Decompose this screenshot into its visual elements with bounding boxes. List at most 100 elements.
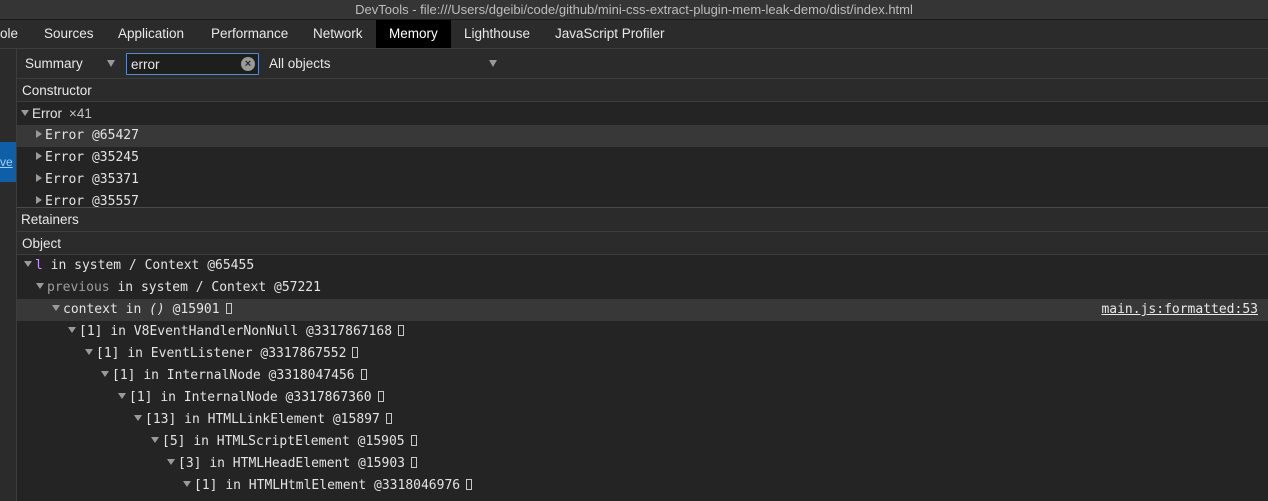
retainer-in: in xyxy=(209,456,225,471)
retainers-title: Retainers xyxy=(17,208,1268,232)
triangle-right-icon[interactable] xyxy=(36,152,42,160)
class-filter-input[interactable] xyxy=(131,55,235,73)
retainer-in: in xyxy=(125,302,142,317)
triangle-down-icon[interactable] xyxy=(68,327,76,333)
reveal-icon[interactable] xyxy=(225,303,232,314)
constructor-item[interactable]: Error @35245 xyxy=(17,147,1268,169)
sidebar-action-button[interactable]: ve xyxy=(0,142,16,182)
tab-javascript-profiler[interactable]: JavaScript Profiler xyxy=(555,20,665,48)
tab-network[interactable]: Network xyxy=(313,20,363,48)
reveal-icon[interactable] xyxy=(398,325,405,336)
reveal-icon[interactable] xyxy=(410,435,417,446)
retainer-property: [1] xyxy=(96,346,120,361)
constructor-name: Error xyxy=(32,106,62,121)
instance-count: ×41 xyxy=(69,106,92,121)
tab-application[interactable]: Application xyxy=(118,20,184,48)
retainer-property: [5] xyxy=(162,434,186,449)
retainer-property: [1] xyxy=(112,368,136,383)
retainer-row[interactable]: previous in system / Context @57221 xyxy=(17,277,1268,299)
reveal-icon[interactable] xyxy=(466,479,473,490)
triangle-right-icon[interactable] xyxy=(36,130,42,138)
reveal-icon[interactable] xyxy=(410,457,417,468)
triangle-down-icon[interactable] xyxy=(101,371,109,377)
view-select[interactable]: Summary xyxy=(25,49,83,79)
triangle-down-icon[interactable] xyxy=(183,481,191,487)
source-link[interactable]: main.js:formatted:53 xyxy=(1101,299,1258,321)
retainer-property: [1] xyxy=(194,478,218,493)
retainer-row[interactable]: [1] in InternalNode @3318047456 xyxy=(17,365,1268,387)
retainer-property: [1] xyxy=(79,324,103,339)
retainer-property: previous xyxy=(47,280,110,295)
retainer-in: in xyxy=(50,258,67,273)
chevron-down-icon[interactable] xyxy=(489,60,497,67)
triangle-down-icon[interactable] xyxy=(85,349,93,355)
retainer-row[interactable]: context in () @15901 main.js:formatted:5… xyxy=(17,299,1268,321)
retainer-object: HTMLHeadElement @15903 xyxy=(232,456,405,471)
retainer-in: in xyxy=(143,368,159,383)
retainer-object: HTMLScriptElement @15905 xyxy=(216,434,405,449)
retainer-property: context xyxy=(63,302,118,317)
tab-performance[interactable]: Performance xyxy=(211,20,288,48)
tab-lighthouse[interactable]: Lighthouse xyxy=(464,20,530,48)
retainer-row[interactable]: [1] in HTMLHtmlElement @3318046976 xyxy=(17,475,1268,497)
tab-sources[interactable]: Sources xyxy=(44,20,94,48)
window-title: DevTools - file:///Users/dgeibi/code/git… xyxy=(0,0,1268,20)
object-label: Error @35245 xyxy=(45,150,139,165)
triangle-right-icon[interactable] xyxy=(36,196,42,204)
object-label: Error @65427 xyxy=(45,128,139,143)
reveal-icon[interactable] xyxy=(352,347,359,358)
triangle-down-icon[interactable] xyxy=(24,261,32,267)
devtools-tab-bar: ole Sources Application Performance Netw… xyxy=(0,20,1268,49)
object-label: Error @35371 xyxy=(45,172,139,187)
memory-toolbar: Summary × All objects xyxy=(17,49,1268,79)
triangle-down-icon[interactable] xyxy=(167,459,175,465)
constructor-item[interactable]: Error @35557 xyxy=(17,191,1268,207)
tab-memory[interactable]: Memory xyxy=(376,20,451,48)
retainer-row[interactable]: [5] in HTMLScriptElement @15905 xyxy=(17,431,1268,453)
retainer-property: [1] xyxy=(129,390,153,405)
triangle-down-icon[interactable] xyxy=(151,437,159,443)
reveal-icon[interactable] xyxy=(360,369,367,380)
retainer-property: l xyxy=(35,258,43,273)
retainer-in: in xyxy=(184,412,200,427)
retainer-object: InternalNode @3317867360 xyxy=(183,390,372,405)
retainer-row[interactable]: [1] in V8EventHandlerNonNull @3317867168 xyxy=(17,321,1268,343)
triangle-down-icon[interactable] xyxy=(36,283,44,289)
retainer-in: in xyxy=(193,434,209,449)
retainer-row[interactable]: [13] in HTMLLinkElement @15897 xyxy=(17,409,1268,431)
objects-select[interactable]: All objects xyxy=(269,49,331,79)
retainer-object: InternalNode @3318047456 xyxy=(166,368,355,383)
retainer-object: EventListener @3317867552 xyxy=(150,346,347,361)
retainer-object: HTMLHtmlElement @3318046976 xyxy=(248,478,461,493)
retainer-object: HTMLLinkElement @15897 xyxy=(207,412,380,427)
retainer-row[interactable]: [1] in EventListener @3317867552 xyxy=(17,343,1268,365)
reveal-icon[interactable] xyxy=(377,391,384,402)
retainer-object: system / Context @65455 xyxy=(74,258,255,273)
retainer-row[interactable]: [3] in HTMLHeadElement @15903 xyxy=(17,453,1268,475)
retainer-row[interactable]: [1] in InternalNode @3317867360 xyxy=(17,387,1268,409)
constructor-item[interactable]: Error @35371 xyxy=(17,169,1268,191)
clear-circle-icon[interactable]: × xyxy=(241,57,255,71)
object-column-header[interactable]: Object xyxy=(17,232,1268,255)
retainer-in: in xyxy=(110,324,126,339)
retainer-object: V8EventHandlerNonNull @3317867168 xyxy=(133,324,393,339)
retainer-object-function: () xyxy=(149,302,165,317)
tab-console[interactable]: ole xyxy=(0,20,18,48)
retainer-row[interactable]: l in system / Context @65455 xyxy=(17,255,1268,277)
retainer-object: @15901 xyxy=(172,302,220,317)
triangle-right-icon[interactable] xyxy=(36,174,42,182)
reveal-icon[interactable] xyxy=(385,413,392,424)
triangle-down-icon[interactable] xyxy=(21,110,29,116)
constructor-group[interactable]: Error ×41 xyxy=(21,103,1268,125)
object-label: Error @35557 xyxy=(45,194,139,207)
retainer-property: [13] xyxy=(145,412,177,427)
retainer-object: system / Context @57221 xyxy=(140,280,321,295)
class-filter[interactable]: × xyxy=(126,53,259,75)
chevron-down-icon[interactable] xyxy=(107,60,115,67)
triangle-down-icon[interactable] xyxy=(118,393,126,399)
retainer-in: in xyxy=(160,390,176,405)
constructor-column-header[interactable]: Constructor xyxy=(17,79,1268,102)
constructor-item[interactable]: Error @65427 xyxy=(17,125,1268,147)
triangle-down-icon[interactable] xyxy=(134,415,142,421)
triangle-down-icon[interactable] xyxy=(52,305,60,311)
